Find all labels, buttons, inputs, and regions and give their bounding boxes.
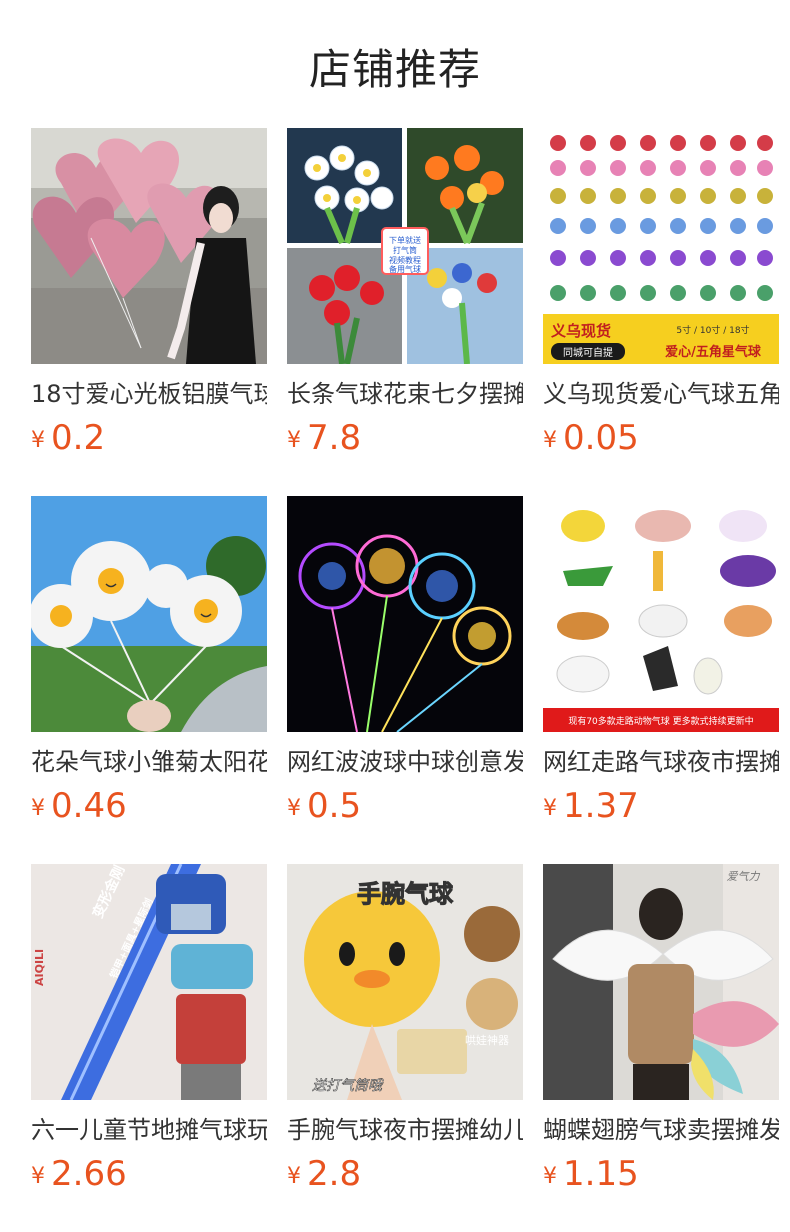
heart-star-foil-balloons-photo[interactable]: 义乌现货 同城可自提 5寸 / 10寸 / 18寸 爱心/五角星气球 bbox=[543, 128, 779, 364]
price-value: 0.5 bbox=[307, 786, 362, 826]
led-bobo-balloons-photo[interactable] bbox=[287, 496, 523, 732]
price-value: 2.66 bbox=[51, 1154, 127, 1194]
currency-symbol: ¥ bbox=[543, 1164, 557, 1189]
product-name[interactable]: 网红波波球中球创意发光 bbox=[287, 746, 523, 778]
promo-text: 备用气球 bbox=[389, 264, 421, 274]
product-card[interactable]: 18寸爱心光板铝膜气球 ¥0.2 bbox=[31, 128, 267, 468]
product-name[interactable]: 手腕气球夜市摆摊幼儿园 bbox=[287, 1114, 523, 1146]
product-price: ¥0.46 bbox=[31, 786, 127, 826]
price-value: 1.37 bbox=[563, 786, 639, 826]
currency-symbol: ¥ bbox=[543, 796, 557, 821]
product-card[interactable]: 爱气力 蝴蝶翅膀气球卖摆摊发光 ¥1.15 bbox=[543, 864, 779, 1204]
currency-symbol: ¥ bbox=[543, 428, 557, 453]
promo-text: 视频教程 bbox=[389, 255, 421, 265]
product-card[interactable]: AIQILI 变形金刚 铠甲+面具+星际剑 六一儿童节地摊气球玩具 ¥2.66 bbox=[31, 864, 267, 1204]
robot-armor-balloon-photo[interactable]: AIQILI 变形金刚 铠甲+面具+星际剑 bbox=[31, 864, 267, 1100]
product-card[interactable]: 花朵气球小雏菊太阳花 ¥0.46 bbox=[31, 496, 267, 836]
promo-text: 义乌现货 bbox=[551, 322, 611, 340]
product-price: ¥7.8 bbox=[287, 418, 361, 458]
product-card[interactable]: 网红波波球中球创意发光 ¥0.5 bbox=[287, 496, 523, 836]
product-price: ¥2.66 bbox=[31, 1154, 127, 1194]
product-price: ¥0.5 bbox=[287, 786, 361, 826]
promo-text: 打气筒 bbox=[393, 245, 417, 255]
butterfly-wing-balloon-photo[interactable]: 爱气力 bbox=[543, 864, 779, 1100]
price-value: 2.8 bbox=[307, 1154, 362, 1194]
currency-symbol: ¥ bbox=[31, 796, 45, 821]
section-title: 店铺推荐 bbox=[308, 45, 481, 94]
product-name[interactable]: 网红走路气球夜市摆摊 bbox=[543, 746, 779, 778]
promo-text: 现有70多款走路动物气球 更多款式持续更新中 bbox=[568, 715, 753, 727]
promo-text: 下单就送 bbox=[389, 235, 421, 245]
brand-logo-text: AIQILI bbox=[33, 949, 46, 986]
product-name[interactable]: 蝴蝶翅膀气球卖摆摊发光 bbox=[543, 1114, 779, 1146]
product-name[interactable]: 义乌现货爱心气球五角星 bbox=[543, 378, 779, 410]
product-name[interactable]: 花朵气球小雏菊太阳花 bbox=[31, 746, 267, 778]
daisy-balloons-photo[interactable] bbox=[31, 496, 267, 732]
brand-logo-text: 爱气力 bbox=[727, 870, 761, 883]
product-name[interactable]: 长条气球花束七夕摆摊 bbox=[287, 378, 523, 410]
walking-animal-balloons-photo[interactable]: 现有70多款走路动物气球 更多款式持续更新中 bbox=[543, 496, 779, 732]
flower-balloon-bouquet-photo[interactable]: 下单就送 打气筒 视频教程 备用气球 bbox=[287, 128, 523, 364]
currency-symbol: ¥ bbox=[287, 1164, 301, 1189]
price-value: 7.8 bbox=[307, 418, 362, 458]
promo-text: 爱心/五角星气球 bbox=[665, 344, 762, 360]
product-card[interactable]: 现有70多款走路动物气球 更多款式持续更新中 网红走路气球夜市摆摊 ¥1.37 bbox=[543, 496, 779, 836]
currency-symbol: ¥ bbox=[31, 428, 45, 453]
pink-heart-balloons-photo[interactable] bbox=[31, 128, 267, 364]
product-card[interactable]: 义乌现货 同城可自提 5寸 / 10寸 / 18寸 爱心/五角星气球 义乌现货爱… bbox=[543, 128, 779, 468]
product-name[interactable]: 六一儿童节地摊气球玩具 bbox=[31, 1114, 267, 1146]
product-name[interactable]: 18寸爱心光板铝膜气球 bbox=[31, 378, 267, 410]
product-price: ¥0.05 bbox=[543, 418, 639, 458]
product-card[interactable]: 下单就送 打气筒 视频教程 备用气球 长条气球花束七夕摆摊 ¥7.8 bbox=[287, 128, 523, 468]
promo-text: 送打气筒哦 bbox=[312, 1078, 384, 1094]
price-value: 1.15 bbox=[563, 1154, 639, 1194]
currency-symbol: ¥ bbox=[287, 428, 301, 453]
product-price: ¥0.2 bbox=[31, 418, 105, 458]
price-value: 0.2 bbox=[51, 418, 106, 458]
product-price: ¥1.15 bbox=[543, 1154, 639, 1194]
price-value: 0.46 bbox=[51, 786, 127, 826]
price-value: 0.05 bbox=[563, 418, 639, 458]
promo-text: 哄娃神器 bbox=[465, 1033, 509, 1047]
product-price: ¥1.37 bbox=[543, 786, 639, 826]
promo-text: 手腕气球 bbox=[357, 880, 454, 908]
product-price: ¥2.8 bbox=[287, 1154, 361, 1194]
promo-text: 5寸 / 10寸 / 18寸 bbox=[676, 324, 749, 336]
wrist-balloon-photo[interactable]: 手腕气球 哄娃神器 送打气筒哦 bbox=[287, 864, 523, 1100]
promo-text: 同城可自提 bbox=[563, 346, 613, 359]
currency-symbol: ¥ bbox=[287, 796, 301, 821]
product-card[interactable]: 手腕气球 哄娃神器 送打气筒哦 手腕气球夜市摆摊幼儿园 ¥2.8 bbox=[287, 864, 523, 1204]
currency-symbol: ¥ bbox=[31, 1164, 45, 1189]
